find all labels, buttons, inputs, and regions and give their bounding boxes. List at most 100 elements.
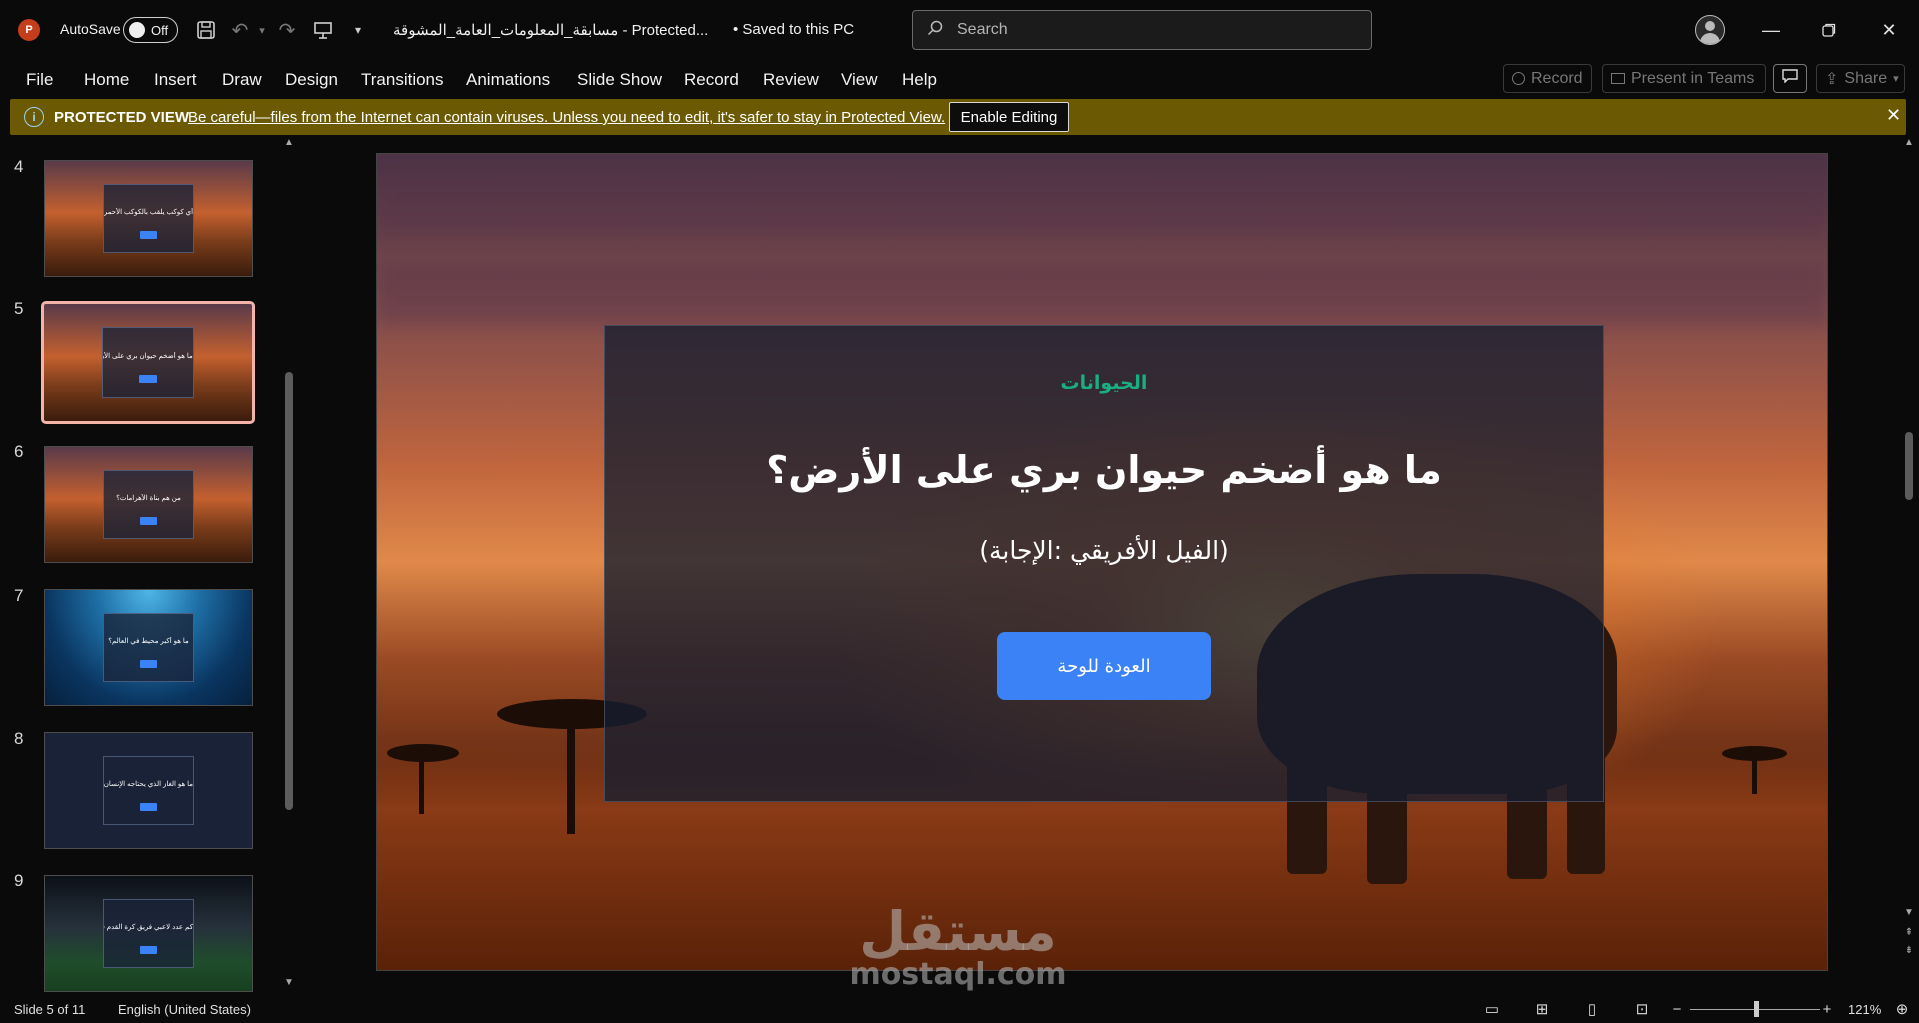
menu-view[interactable]: View [841, 70, 878, 90]
menu-help[interactable]: Help [902, 70, 937, 90]
thumb-button [139, 230, 158, 239]
reading-view-icon[interactable]: ▯ [1580, 998, 1604, 1020]
scroll-up-icon[interactable]: ▲ [1902, 137, 1916, 148]
scrollbar-thumb[interactable] [285, 372, 293, 810]
thumb-card: ما هو الغاز الذي يحتاجه الإنسان للتنفس؟ [102, 756, 195, 825]
language-indicator[interactable]: English (United States) [118, 1002, 251, 1017]
slide-thumbnail-9[interactable]: كم عدد لاعبي فريق كرة القدم في الملعب؟ [44, 875, 253, 992]
teams-icon [1611, 73, 1625, 84]
autosave-toggle[interactable]: Off [123, 17, 178, 43]
comment-icon [1782, 69, 1798, 88]
menu-file[interactable]: File [26, 70, 53, 90]
category-label: الحيوانات [1060, 372, 1148, 394]
watermark-latin: mostaql.com [849, 957, 1067, 992]
menu-slide-show[interactable]: Slide Show [577, 70, 662, 90]
avatar-body [1700, 33, 1720, 44]
thumb-card: من هم بناة الأهرامات؟ [102, 470, 195, 539]
thumbnail-scrollbar[interactable]: ▲ ▼ [282, 137, 296, 995]
save-status: • Saved to this PC [733, 21, 855, 38]
thumb-card: كم عدد لاعبي فريق كرة القدم في الملعب؟ [102, 899, 195, 968]
thumb-number: 7 [14, 586, 24, 605]
menu-animations[interactable]: Animations [466, 70, 550, 90]
answer-text: (الفيل الأفريقي :الإجابة) [979, 536, 1229, 565]
minimize-icon[interactable]: — [1751, 14, 1791, 46]
slide-thumbnail-7[interactable]: ما هو أكبر محيط في العالم؟ [44, 589, 253, 706]
record-label: Record [1531, 69, 1583, 87]
scroll-down-icon[interactable]: ▼ [1902, 907, 1916, 918]
acacia-tree-crown [1722, 746, 1787, 761]
slide-thumbnail-pane: 4 أي كوكب يلقب بالكوكب الأحمر؟ 5 ما هو أ… [0, 137, 300, 995]
slideshow-icon[interactable]: ⊡ [1630, 998, 1654, 1020]
watermark-arabic: مستقل [859, 900, 1057, 963]
share-button[interactable]: ⇪ Share ▾ [1816, 64, 1905, 93]
thumb-card: ما هو أكبر محيط في العالم؟ [102, 613, 195, 682]
slide-canvas[interactable]: الحيوانات ما هو أضخم حيوان بري على الأرض… [376, 153, 1828, 971]
slide-thumbnail-4[interactable]: أي كوكب يلقب بالكوكب الأحمر؟ [44, 160, 253, 277]
menu-draw[interactable]: Draw [222, 70, 262, 90]
cloud-layer [377, 174, 1827, 234]
slide-thumbnail-5[interactable]: ما هو أضخم حيوان بري على الأرض؟ [41, 301, 255, 424]
search-placeholder: Search [957, 21, 1008, 38]
autosave-label: AutoSave [60, 21, 121, 37]
record-button[interactable]: Record [1503, 64, 1592, 93]
account-icon[interactable] [1695, 15, 1725, 45]
next-slide-icon[interactable]: ⇟ [1902, 945, 1916, 956]
thumb-title: من هم بناة الأهرامات؟ [116, 494, 181, 502]
zoom-slider-thumb[interactable] [1754, 1001, 1759, 1017]
title-bar: P AutoSave Off ↶ ▾ ↷ ▾ مسابقة_المعلومات_… [0, 0, 1919, 60]
previous-slide-icon[interactable]: ⇞ [1902, 927, 1916, 938]
quiz-card: الحيوانات ما هو أضخم حيوان بري على الأرض… [604, 325, 1604, 802]
menu-design[interactable]: Design [285, 70, 338, 90]
slide-indicator: Slide 5 of 11 [14, 1002, 86, 1017]
close-bar-icon[interactable]: ✕ [1886, 105, 1901, 126]
thumb-number: 4 [14, 157, 24, 176]
menu-review[interactable]: Review [763, 70, 819, 90]
customize-qat-icon[interactable]: ▾ [344, 16, 372, 44]
comments-button[interactable] [1773, 64, 1807, 93]
present-in-teams-button[interactable]: Present in Teams [1602, 64, 1766, 93]
zoom-in-icon[interactable]: + [1815, 998, 1839, 1020]
zoom-out-icon[interactable]: − [1665, 998, 1689, 1020]
redo-icon[interactable]: ↷ [273, 16, 301, 44]
thumb-card: أي كوكب يلقب بالكوكب الأحمر؟ [102, 184, 195, 253]
slide-scrollbar[interactable]: ▲ ▼ ⇞ ⇟ [1902, 137, 1916, 995]
scrollbar-thumb[interactable] [1905, 432, 1913, 500]
document-title: مسابقة_المعلومات_العامة_المشوقة - Protec… [393, 22, 709, 39]
question-title: ما هو أضخم حيوان بري على الأرض؟ [766, 448, 1442, 492]
undo-dropdown-icon[interactable]: ▾ [248, 16, 276, 44]
slide-thumbnail-8[interactable]: ما هو الغاز الذي يحتاجه الإنسان للتنفس؟ [44, 732, 253, 849]
thumb-title: ما هو الغاز الذي يحتاجه الإنسان للتنفس؟ [103, 780, 194, 788]
search-box[interactable]: Search [912, 10, 1372, 50]
share-icon: ⇪ [1825, 70, 1839, 88]
save-icon[interactable] [192, 16, 220, 44]
close-window-icon[interactable]: ✕ [1869, 14, 1909, 46]
share-label: Share [1844, 69, 1888, 87]
share-dropdown-icon: ▾ [1893, 73, 1899, 85]
thumb-button [139, 516, 158, 525]
back-to-board-button[interactable]: العودة للوحة [997, 632, 1211, 700]
thumb-number: 5 [14, 299, 24, 318]
menu-transitions[interactable]: Transitions [361, 70, 444, 90]
thumb-button [139, 659, 158, 668]
fit-to-window-icon[interactable]: ⊕ [1890, 998, 1914, 1020]
scroll-up-icon[interactable]: ▲ [282, 137, 296, 148]
menu-home[interactable]: Home [84, 70, 129, 90]
present-in-teams-label: Present in Teams [1631, 69, 1755, 87]
present-from-start-icon[interactable] [309, 16, 337, 44]
protected-view-bar: i PROTECTED VIEW Be careful—files from t… [10, 99, 1906, 135]
mostaql-watermark: مستقل mostaql.com [843, 905, 1073, 991]
normal-view-icon[interactable]: ▭ [1480, 998, 1504, 1020]
restore-icon[interactable] [1809, 14, 1849, 46]
powerpoint-logo-icon: P [18, 19, 40, 41]
menu-record[interactable]: Record [684, 70, 739, 90]
slide-thumbnail-6[interactable]: من هم بناة الأهرامات؟ [44, 446, 253, 563]
slide-sorter-icon[interactable]: ⊞ [1530, 998, 1554, 1020]
zoom-level[interactable]: 121% [1848, 1002, 1881, 1017]
menu-insert[interactable]: Insert [154, 70, 197, 90]
thumb-title: ما هو أضخم حيوان بري على الأرض؟ [103, 352, 193, 360]
protected-view-message-link[interactable]: Be careful—files from the Internet can c… [188, 109, 945, 126]
scroll-down-icon[interactable]: ▼ [282, 977, 296, 988]
autosave-state: Off [151, 22, 169, 38]
enable-editing-button[interactable]: Enable Editing [949, 102, 1069, 132]
acacia-tree-trunk [419, 754, 424, 814]
